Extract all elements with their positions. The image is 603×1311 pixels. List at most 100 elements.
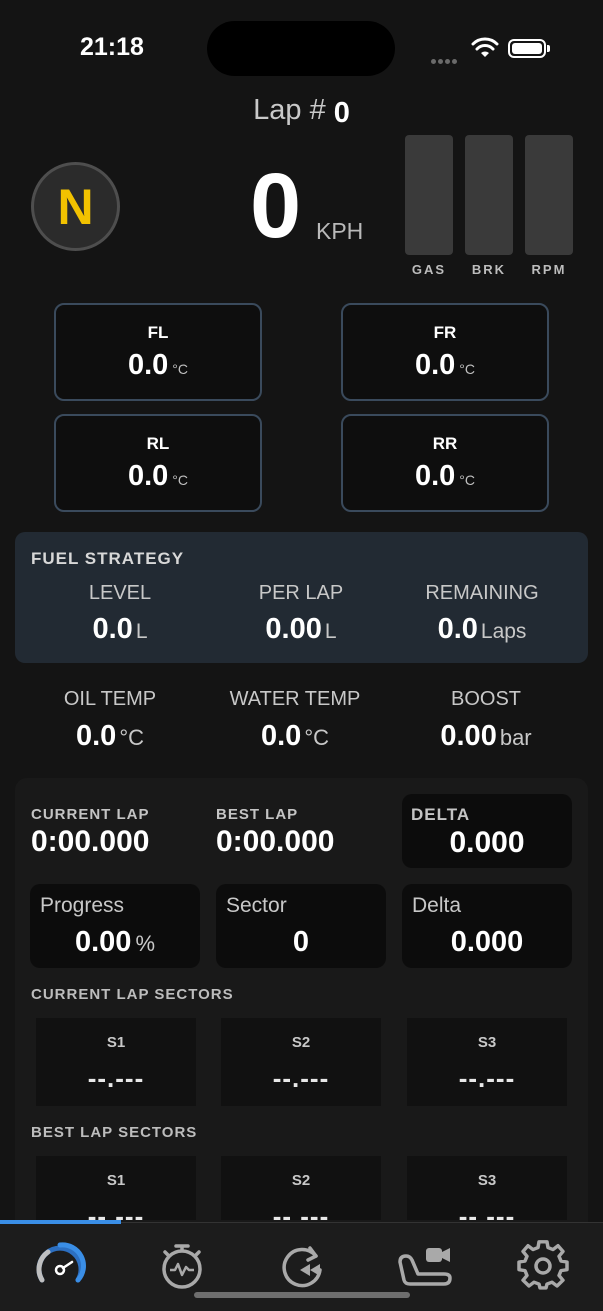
speedometer-icon (36, 1242, 86, 1283)
tab-timing[interactable] (156, 1240, 208, 1292)
fuel-label: LEVEL (88, 582, 152, 604)
gas-label: GAS (411, 262, 447, 277)
battery-icon (508, 39, 546, 58)
tab-settings[interactable] (517, 1240, 569, 1292)
boost: BOOST 0.00 bar (391, 688, 581, 753)
best-sector-s3: S3 --.--- (407, 1156, 567, 1220)
card-label: Delta (412, 894, 462, 917)
sector-name: S2 (291, 1034, 311, 1051)
engine-label: WATER TEMP (229, 688, 361, 710)
engine-label: OIL TEMP (63, 688, 157, 710)
engine-unit: °C (304, 725, 329, 750)
current-sectors-title: CURRENT LAP SECTORS (31, 986, 234, 1003)
sector-time: --.--- (458, 1201, 516, 1220)
delta-card: Delta 0.000 (402, 884, 572, 968)
fuel-value: 0.0 (437, 613, 478, 645)
best-sector-s2: S2 --.--- (221, 1156, 381, 1220)
tyre-name: FR (433, 323, 457, 342)
fuel-remaining: REMAINING 0.0 Laps (392, 582, 572, 646)
sector-time: --.--- (458, 1063, 516, 1093)
engine-unit: °C (119, 725, 144, 750)
tyre-rr: RR 0.0 °C (341, 414, 549, 512)
best-lap-time: 0:00.000 (216, 825, 335, 858)
sector-name: S3 (477, 1034, 497, 1051)
fuel-label: REMAINING (425, 582, 539, 604)
current-lap-label: CURRENT LAP (31, 806, 150, 823)
gear-value: N (57, 178, 94, 235)
battery-cap (547, 45, 550, 52)
sector-name: S2 (291, 1172, 311, 1189)
tyre-unit: °C (172, 361, 189, 377)
current-lap-time: 0:00.000 (31, 825, 150, 858)
tyre-temp: 0.0 (414, 349, 456, 381)
card-value: 0 (292, 926, 310, 958)
fuel-value: 0.0 (92, 613, 133, 645)
tab-onboard[interactable] (396, 1240, 454, 1292)
engine-unit: bar (499, 725, 532, 750)
rpm-label: RPM (531, 262, 567, 277)
lap-label: Lap # (253, 94, 326, 126)
brake-bar (465, 135, 513, 255)
tyre-temp: 0.0 (414, 460, 456, 492)
engine-label: BOOST (450, 688, 521, 710)
home-indicator[interactable] (194, 1292, 410, 1298)
tab-dashboard[interactable] (34, 1240, 86, 1292)
fuel-unit: L (135, 620, 148, 643)
best-lap-label: BEST LAP (216, 806, 299, 823)
best-sectors-title: BEST LAP SECTORS (31, 1124, 198, 1141)
oil-temp: OIL TEMP 0.0 °C (15, 688, 205, 753)
fuel-strategy-panel: FUEL STRATEGY LEVEL 0.0 L PER LAP 0.00 L R… (15, 532, 588, 663)
gear-icon (517, 1240, 569, 1290)
speed-unit: KPH (316, 218, 364, 244)
card-label: Progress (40, 894, 125, 917)
sector-time: --.--- (87, 1063, 145, 1093)
card-value: 0.00 (74, 926, 132, 958)
card-label: Sector (226, 894, 287, 917)
gear-indicator: N (31, 162, 120, 251)
tab-replay[interactable] (276, 1240, 328, 1292)
sector-time: --.--- (87, 1201, 145, 1220)
sector-time: --.--- (272, 1063, 330, 1093)
tyre-temp: 0.0 (127, 349, 169, 381)
tyre-fr: FR 0.0 °C (341, 303, 549, 401)
water-temp: WATER TEMP 0.0 °C (200, 688, 390, 753)
sector-time: --.--- (272, 1201, 330, 1220)
sector-name: S1 (106, 1172, 126, 1189)
delta-value: 0.000 (449, 826, 525, 859)
sector-name: S3 (477, 1172, 497, 1189)
tyre-name: RR (432, 434, 458, 453)
tyre-unit: °C (459, 361, 476, 377)
sector-card: Sector 0 (216, 884, 386, 968)
replay-icon (282, 1246, 322, 1288)
stopwatch-icon (162, 1244, 202, 1289)
fuel-unit: L (324, 620, 337, 643)
gas-bar (405, 135, 453, 255)
best-sector-s1: S1 --.--- (36, 1156, 196, 1220)
delta-label: DELTA (411, 805, 471, 824)
tyre-temp: 0.0 (127, 460, 169, 492)
tyre-fl: FL 0.0 °C (54, 303, 262, 401)
fuel-unit: Laps (480, 620, 527, 643)
engine-value: 0.0 (75, 720, 117, 752)
engine-value: 0.00 (440, 720, 497, 752)
progress-card: Progress 0.00% (30, 884, 200, 968)
fuel-label: PER LAP (258, 582, 344, 604)
fuel-title: FUEL STRATEGY (31, 549, 185, 568)
cellular-signal-icon (431, 51, 463, 64)
current-sector-s3: S3 --.--- (407, 1018, 567, 1106)
engine-value: 0.0 (260, 720, 302, 752)
current-sector-s1: S1 --.--- (36, 1018, 196, 1106)
dynamic-island (207, 21, 395, 76)
tyre-unit: °C (459, 472, 476, 488)
tyre-unit: °C (172, 472, 189, 488)
brake-label: BRK (471, 262, 507, 277)
sector-name: S1 (106, 1034, 126, 1051)
status-time: 21:18 (80, 33, 144, 61)
wifi-icon (471, 37, 499, 57)
card-value: 0.000 (450, 926, 524, 958)
speed-value: 0 (250, 155, 302, 257)
fuel-value: 0.00 (265, 613, 322, 645)
card-unit: % (135, 931, 155, 956)
lap-counter: Lap #0 (0, 94, 603, 129)
lap-value: 0 (333, 97, 350, 129)
